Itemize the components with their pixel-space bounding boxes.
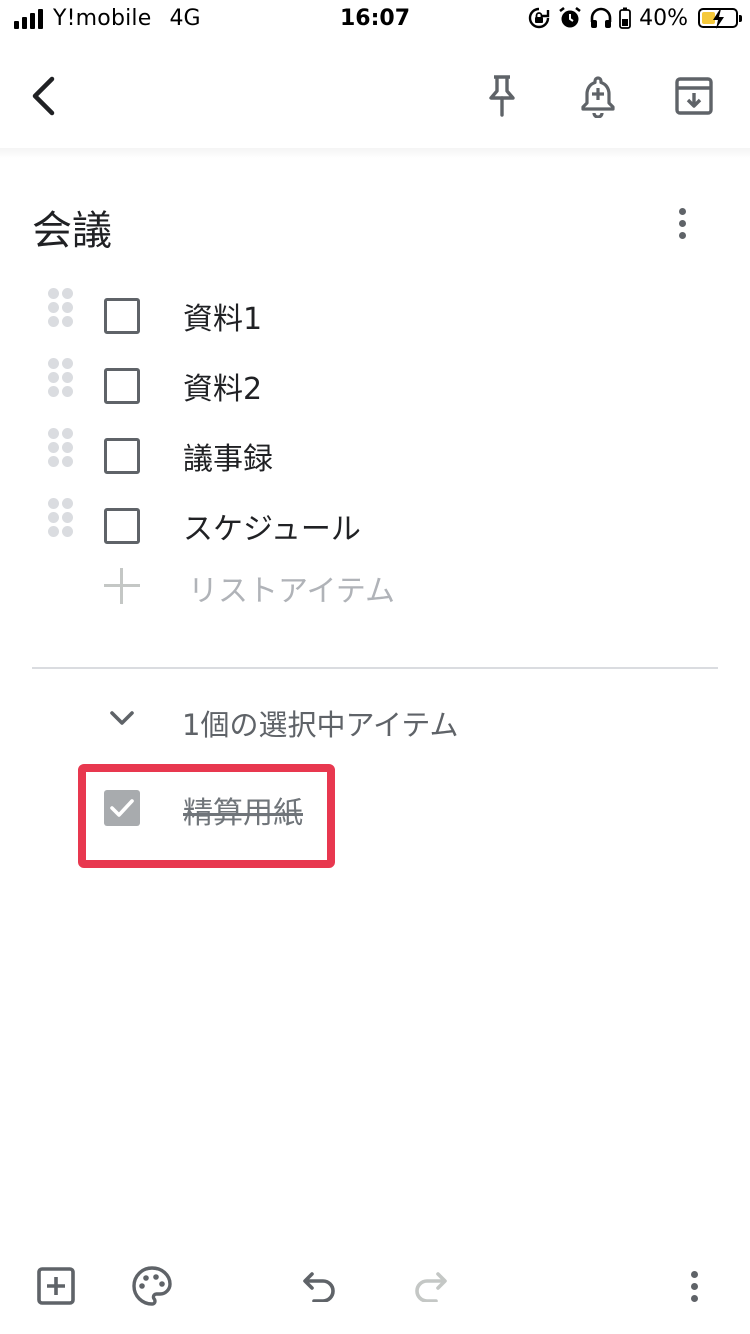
- more-vert-dot: [690, 1282, 698, 1290]
- more-vert-dot: [690, 1294, 698, 1302]
- add-list-item-row[interactable]: リストアイテム: [0, 560, 750, 620]
- battery-percent: 40%: [639, 5, 688, 31]
- note-title[interactable]: 会議: [32, 198, 112, 256]
- redo-button[interactable]: [404, 1260, 456, 1312]
- drag-handle-icon[interactable]: [48, 358, 76, 412]
- redo-icon: [415, 1272, 447, 1302]
- chevron-down-icon: [110, 711, 134, 725]
- item-checkbox[interactable]: [104, 438, 140, 474]
- pin-icon: [489, 75, 515, 117]
- item-label[interactable]: スケジュール: [183, 504, 361, 548]
- checked-items-toggle[interactable]: 1個の選択中アイテム: [0, 694, 750, 750]
- battery-small-icon: [619, 7, 631, 29]
- add-item-placeholder[interactable]: リストアイテム: [188, 566, 395, 610]
- item-label[interactable]: 議事録: [183, 434, 273, 478]
- list-item[interactable]: 資料1: [0, 288, 750, 358]
- chevron-left-icon: [32, 76, 55, 116]
- back-button[interactable]: [14, 66, 74, 126]
- battery-nub: [739, 15, 742, 22]
- rotation-lock-icon: [528, 7, 550, 29]
- add-box-icon: [37, 1267, 75, 1305]
- item-checkbox[interactable]: [104, 508, 140, 544]
- color-button[interactable]: [126, 1260, 178, 1312]
- archive-button[interactable]: [664, 66, 724, 126]
- add-content-button[interactable]: [30, 1260, 82, 1312]
- pin-button[interactable]: [472, 66, 532, 126]
- checked-items-label: 1個の選択中アイテム: [182, 708, 459, 742]
- palette-icon: [132, 1266, 172, 1306]
- drag-handle-icon[interactable]: [48, 288, 76, 342]
- list-item[interactable]: スケジュール: [0, 498, 750, 568]
- bell-plus-icon: [581, 76, 615, 118]
- more-vert-dot: [678, 231, 686, 239]
- toolbar-shadow: [0, 148, 750, 158]
- item-checkbox[interactable]: [104, 368, 140, 404]
- list-item[interactable]: 議事録: [0, 428, 750, 498]
- drag-handle-icon[interactable]: [48, 428, 76, 482]
- more-vert-dot: [678, 207, 686, 215]
- section-divider: [32, 667, 718, 669]
- bottom-bar: [0, 1250, 750, 1334]
- alarm-icon: [559, 6, 581, 28]
- drag-handle-icon[interactable]: [48, 498, 76, 552]
- highlight-annotation-box: [78, 764, 335, 868]
- reminder-button[interactable]: [568, 66, 628, 126]
- undo-button[interactable]: [294, 1260, 346, 1312]
- charging-bolt-icon: [713, 9, 724, 29]
- plus-icon: [104, 568, 140, 604]
- bottom-more-button[interactable]: [668, 1260, 720, 1312]
- list-item[interactable]: 資料2: [0, 358, 750, 428]
- item-label[interactable]: 資料1: [183, 294, 262, 338]
- headphones-icon: [590, 7, 612, 28]
- status-bar: Y!mobile 4G 16:07 40%: [0, 0, 750, 40]
- archive-icon: [675, 77, 713, 115]
- more-vert-dot: [678, 219, 686, 227]
- status-right: 40%: [527, 5, 742, 31]
- battery-icon: [698, 8, 742, 29]
- more-vert-dot: [690, 1270, 698, 1278]
- note-more-button[interactable]: [664, 198, 700, 248]
- item-label[interactable]: 資料2: [183, 364, 262, 408]
- undo-icon: [303, 1272, 335, 1302]
- item-checkbox[interactable]: [104, 298, 140, 334]
- note-toolbar: [0, 40, 750, 152]
